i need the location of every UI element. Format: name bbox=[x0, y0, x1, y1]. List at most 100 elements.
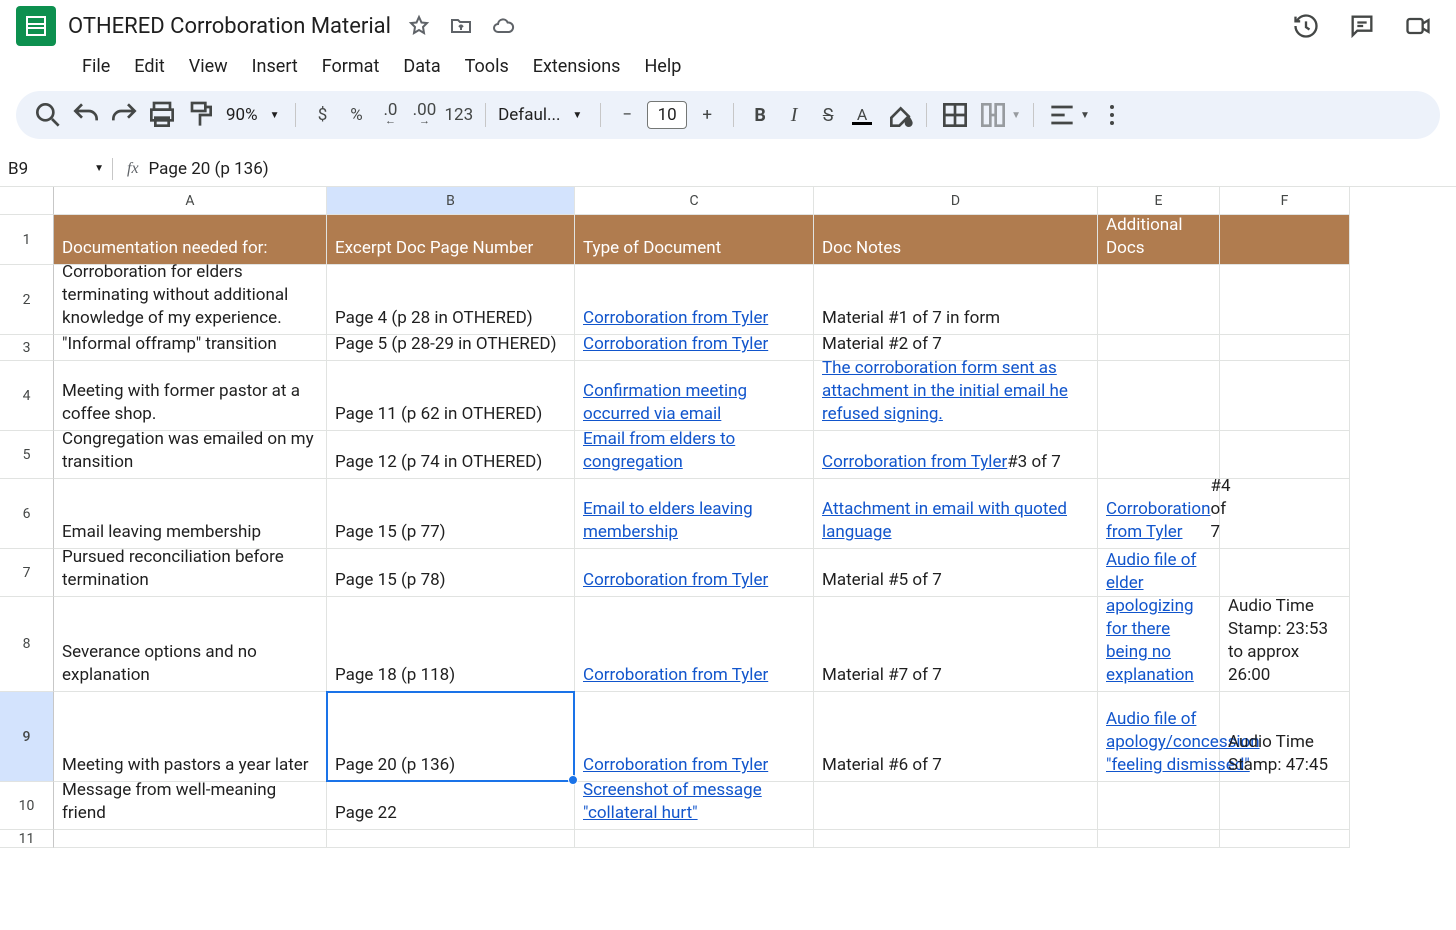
col-header-F[interactable]: F bbox=[1220, 187, 1350, 215]
row-header-10[interactable]: 10 bbox=[0, 782, 54, 830]
cell-C10[interactable]: Screenshot of message "collateral hurt" bbox=[575, 782, 814, 830]
col-header-D[interactable]: D bbox=[814, 187, 1098, 215]
cell-E5[interactable] bbox=[1098, 431, 1220, 479]
row-header-8[interactable]: 8 bbox=[0, 597, 54, 692]
doc-title[interactable]: OTHERED Corroboration Material bbox=[68, 14, 391, 39]
col-header-B[interactable]: B bbox=[327, 187, 575, 215]
cell-F11[interactable] bbox=[1220, 830, 1350, 848]
cell-F4[interactable] bbox=[1220, 361, 1350, 431]
header-cell-F[interactable] bbox=[1220, 215, 1350, 265]
menu-insert[interactable]: Insert bbox=[242, 50, 308, 83]
strike-button[interactable]: S bbox=[814, 99, 842, 131]
cell-B10[interactable]: Page 22 bbox=[327, 782, 575, 830]
cell-D6[interactable]: Attachment in email with quoted language bbox=[814, 479, 1098, 549]
cell-F3[interactable] bbox=[1220, 335, 1350, 361]
currency-button[interactable]: $ bbox=[308, 99, 336, 131]
increase-font-button[interactable]: + bbox=[693, 99, 721, 131]
move-icon[interactable] bbox=[449, 14, 473, 38]
cell-B5[interactable]: Page 12 (p 74 in OTHERED) bbox=[327, 431, 575, 479]
decrease-decimal-button[interactable]: .0← bbox=[376, 99, 404, 131]
header-cell-B[interactable]: Excerpt Doc Page Number bbox=[327, 215, 575, 265]
sheets-icon[interactable] bbox=[16, 6, 56, 46]
comment-icon[interactable] bbox=[1348, 12, 1376, 40]
paint-format-icon[interactable] bbox=[184, 99, 216, 131]
format-123-button[interactable]: 123 bbox=[444, 99, 473, 131]
cell-C3[interactable]: Corroboration from Tyler bbox=[575, 335, 814, 361]
cell-E10[interactable] bbox=[1098, 782, 1220, 830]
menu-view[interactable]: View bbox=[179, 50, 238, 83]
cell-F6[interactable] bbox=[1220, 479, 1350, 549]
redo-icon[interactable] bbox=[108, 99, 140, 131]
cell-A6[interactable]: Email leaving membership bbox=[54, 479, 327, 549]
cell-E3[interactable] bbox=[1098, 335, 1220, 361]
font-size-input[interactable]: 10 bbox=[647, 101, 687, 129]
header-cell-C[interactable]: Type of Document bbox=[575, 215, 814, 265]
col-header-E[interactable]: E bbox=[1098, 187, 1220, 215]
zoom-select[interactable]: 90%▼ bbox=[222, 105, 283, 125]
cloud-icon[interactable] bbox=[491, 14, 515, 38]
cell-D4[interactable]: The corroboration form sent as attachmen… bbox=[814, 361, 1098, 431]
cell-B7[interactable]: Page 15 (p 78) bbox=[327, 549, 575, 597]
cell-D11[interactable] bbox=[814, 830, 1098, 848]
menu-help[interactable]: Help bbox=[634, 50, 691, 83]
cell-A4[interactable]: Meeting with former pastor at a coffee s… bbox=[54, 361, 327, 431]
cell-D7[interactable]: Material #5 of 7 bbox=[814, 549, 1098, 597]
cell-F8[interactable]: Audio Time Stamp: 23:53 to approx 26:00 bbox=[1220, 597, 1350, 692]
cell-D8[interactable]: Material #7 of 7 bbox=[814, 597, 1098, 692]
align-button[interactable]: ▼ bbox=[1046, 99, 1090, 131]
bold-button[interactable]: B bbox=[746, 99, 774, 131]
cell-D5[interactable]: Corroboration from Tyler #3 of 7 bbox=[814, 431, 1098, 479]
cell-A3[interactable]: "Informal offramp" transition bbox=[54, 335, 327, 361]
row-header-5[interactable]: 5 bbox=[0, 431, 54, 479]
cell-B11[interactable] bbox=[327, 830, 575, 848]
cell-E6[interactable]: Corroboration from Tyler #4 of 7 bbox=[1098, 479, 1220, 549]
row-header-6[interactable]: 6 bbox=[0, 479, 54, 549]
cell-E11[interactable] bbox=[1098, 830, 1220, 848]
more-button[interactable] bbox=[1096, 99, 1128, 131]
header-cell-E[interactable]: Additional Docs bbox=[1098, 215, 1220, 265]
cell-C8[interactable]: Corroboration from Tyler bbox=[575, 597, 814, 692]
col-header-A[interactable]: A bbox=[54, 187, 327, 215]
cell-F9[interactable]: Audio Time Stamp: 47:45 bbox=[1220, 692, 1350, 782]
cell-C9[interactable]: Corroboration from Tyler bbox=[575, 692, 814, 782]
cell-A5[interactable]: Congregation was emailed on my transitio… bbox=[54, 431, 327, 479]
cell-C2[interactable]: Corroboration from Tyler bbox=[575, 265, 814, 335]
italic-button[interactable]: I bbox=[780, 99, 808, 131]
cell-C5[interactable]: Email from elders to congregation bbox=[575, 431, 814, 479]
borders-button[interactable] bbox=[939, 99, 971, 131]
cell-A7[interactable]: Pursued reconciliation before terminatio… bbox=[54, 549, 327, 597]
cell-B8[interactable]: Page 18 (p 118) bbox=[327, 597, 575, 692]
cell-B9[interactable]: Page 20 (p 136) bbox=[327, 692, 575, 782]
cell-A2[interactable]: Corroboration for elders terminating wit… bbox=[54, 265, 327, 335]
cell-A10[interactable]: Message from well-meaning friend bbox=[54, 782, 327, 830]
row-header-1[interactable]: 1 bbox=[0, 215, 54, 265]
cell-B3[interactable]: Page 5 (p 28-29 in OTHERED) bbox=[327, 335, 575, 361]
cell-C6[interactable]: Email to elders leaving membership bbox=[575, 479, 814, 549]
menu-data[interactable]: Data bbox=[393, 50, 450, 83]
menu-extensions[interactable]: Extensions bbox=[523, 50, 631, 83]
menu-format[interactable]: Format bbox=[312, 50, 390, 83]
cell-A9[interactable]: Meeting with pastors a year later bbox=[54, 692, 327, 782]
meet-icon[interactable] bbox=[1404, 12, 1432, 40]
header-cell-A[interactable]: Documentation needed for: bbox=[54, 215, 327, 265]
row-header-3[interactable]: 3 bbox=[0, 335, 54, 361]
merge-button[interactable]: ▼ bbox=[977, 99, 1021, 131]
cell-D2[interactable]: Material #1 of 7 in form bbox=[814, 265, 1098, 335]
increase-decimal-button[interactable]: .00→ bbox=[410, 99, 438, 131]
text-color-button[interactable]: A bbox=[848, 99, 876, 131]
row-header-2[interactable]: 2 bbox=[0, 265, 54, 335]
cell-D9[interactable]: Material #6 of 7 bbox=[814, 692, 1098, 782]
cell-F10[interactable] bbox=[1220, 782, 1350, 830]
cell-C11[interactable] bbox=[575, 830, 814, 848]
cell-E9[interactable]: Audio file of apology/concession "feelin… bbox=[1098, 692, 1220, 782]
percent-button[interactable]: % bbox=[342, 99, 370, 131]
formula-bar[interactable]: Page 20 (p 136) bbox=[149, 159, 269, 179]
cell-E2[interactable] bbox=[1098, 265, 1220, 335]
row-header-7[interactable]: 7 bbox=[0, 549, 54, 597]
name-box[interactable]: B9▼ bbox=[8, 159, 112, 179]
cell-B6[interactable]: Page 15 (p 77) bbox=[327, 479, 575, 549]
menu-file[interactable]: File bbox=[72, 50, 120, 83]
header-cell-D[interactable]: Doc Notes bbox=[814, 215, 1098, 265]
history-icon[interactable] bbox=[1292, 12, 1320, 40]
cell-C7[interactable]: Corroboration from Tyler bbox=[575, 549, 814, 597]
